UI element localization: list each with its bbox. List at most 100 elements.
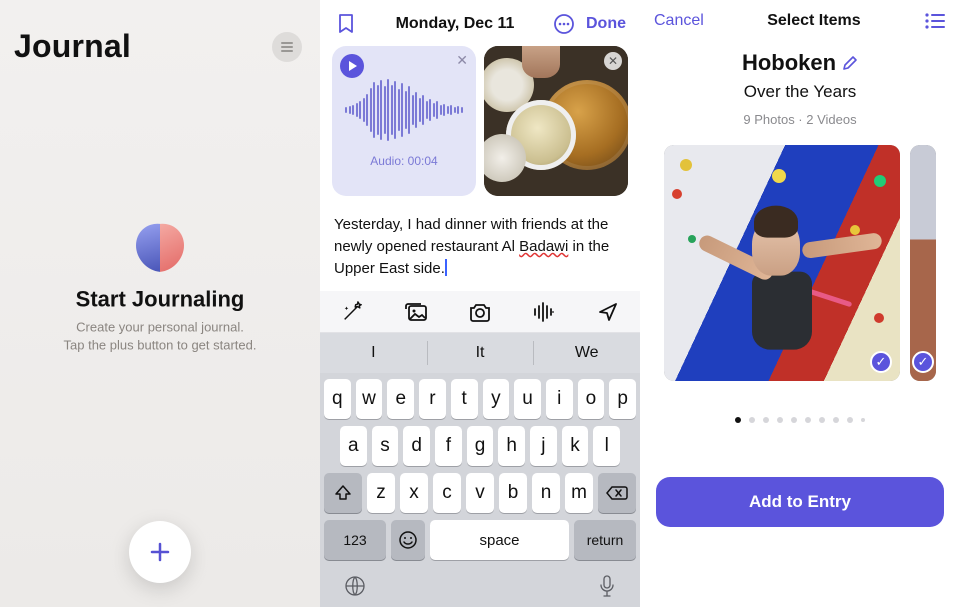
location-arrow-icon [598,302,618,322]
carousel-dots [640,417,960,423]
key-d[interactable]: d [403,426,430,466]
collection-subtitle: Over the Years [640,82,960,102]
key-v[interactable]: v [466,473,494,513]
suggestion-1[interactable]: I [320,333,427,373]
dot [749,417,755,423]
shift-icon [334,484,352,502]
bookmark-icon [337,13,355,35]
backspace-key[interactable] [598,473,636,513]
suggestion-3[interactable]: We [533,333,640,373]
backspace-icon [606,485,628,501]
entry-date: Monday, Dec 11 [366,15,544,33]
key-b[interactable]: b [499,473,527,513]
list-icon [924,12,946,30]
photo-attachment[interactable]: ✕ [484,46,628,196]
entry-text-error: Badawi [519,238,568,255]
key-t[interactable]: t [451,379,478,419]
emoji-key[interactable] [391,520,425,560]
key-w[interactable]: w [356,379,383,419]
media-carousel[interactable]: ✓ ✓ [640,145,960,381]
key-n[interactable]: n [532,473,560,513]
key-r[interactable]: r [419,379,446,419]
key-e[interactable]: e [387,379,414,419]
key-s[interactable]: s [372,426,399,466]
key-p[interactable]: p [609,379,636,419]
remove-photo-button[interactable]: ✕ [604,52,622,70]
suggestion-2[interactable]: It [427,333,534,373]
numbers-key[interactable]: 123 [324,520,386,560]
key-a[interactable]: a [340,426,367,466]
place-name: Hoboken [742,50,836,76]
add-to-entry-button[interactable]: Add to Entry [656,477,944,527]
select-items-title: Select Items [767,12,860,30]
dot [735,417,741,423]
key-u[interactable]: u [514,379,541,419]
edit-title-button[interactable] [842,55,858,71]
gallery-tool-button[interactable] [403,299,429,325]
key-k[interactable]: k [562,426,589,466]
key-y[interactable]: y [483,379,510,419]
dot [819,417,825,423]
location-tool-button[interactable] [595,299,621,325]
dot [805,417,811,423]
start-sub-1: Create your personal journal. [30,318,290,337]
pencil-icon [842,55,858,71]
key-h[interactable]: h [498,426,525,466]
dot [763,417,769,423]
text-cursor [445,259,447,276]
select-items-panel: Cancel Select Items Hoboken Over the Yea… [640,0,960,607]
key-m[interactable]: m [565,473,593,513]
play-button[interactable] [340,54,364,78]
space-key[interactable]: space [430,520,569,560]
return-key[interactable]: return [574,520,636,560]
list-view-button[interactable] [924,12,946,30]
key-g[interactable]: g [467,426,494,466]
cancel-button[interactable]: Cancel [654,12,704,30]
key-q[interactable]: q [324,379,351,419]
key-j[interactable]: j [530,426,557,466]
camera-tool-button[interactable] [467,299,493,325]
magic-tool-button[interactable] [339,299,365,325]
globe-key[interactable] [344,575,366,599]
emoji-icon [398,530,418,550]
entry-editor-panel: Monday, Dec 11 Done ✕ Audio: 00:04 ✕ Yes… [320,0,640,607]
dot [847,417,853,423]
done-button[interactable]: Done [584,15,628,33]
collection-meta: 9 Photos · 2 Videos [640,112,960,127]
keyboard-suggestions: I It We [320,333,640,373]
microphone-icon [598,575,616,599]
key-l[interactable]: l [593,426,620,466]
entry-text-area[interactable]: Yesterday, I had dinner with friends at … [320,196,640,281]
select-media-1[interactable]: ✓ [870,351,892,373]
more-button[interactable] [550,10,578,38]
dictation-key[interactable] [598,575,616,599]
dot [777,417,783,423]
bookmark-button[interactable] [332,10,360,38]
key-z[interactable]: z [367,473,395,513]
key-i[interactable]: i [546,379,573,419]
globe-icon [344,575,366,597]
journal-logo-icon [132,218,188,274]
audio-waveform-icon [345,74,463,146]
voice-tool-button[interactable] [531,299,557,325]
select-media-2[interactable]: ✓ [912,351,934,373]
plus-icon [148,540,172,564]
dot [833,417,839,423]
start-sub-2: Tap the plus button to get started. [30,337,290,356]
start-heading: Start Journaling [30,286,290,312]
audio-duration-label: Audio: 00:04 [370,154,437,168]
media-item-2[interactable]: ✓ [910,145,936,381]
ellipsis-circle-icon [553,13,575,35]
media-item-1[interactable]: ✓ [664,145,900,381]
dot [861,418,865,422]
remove-audio-button[interactable]: ✕ [456,52,468,69]
shift-key[interactable] [324,473,362,513]
key-c[interactable]: c [433,473,461,513]
add-entry-button[interactable] [129,521,191,583]
key-x[interactable]: x [400,473,428,513]
menu-button[interactable] [272,32,302,62]
app-title: Journal [14,28,131,65]
audio-attachment[interactable]: ✕ Audio: 00:04 [332,46,476,196]
key-o[interactable]: o [578,379,605,419]
key-f[interactable]: f [435,426,462,466]
